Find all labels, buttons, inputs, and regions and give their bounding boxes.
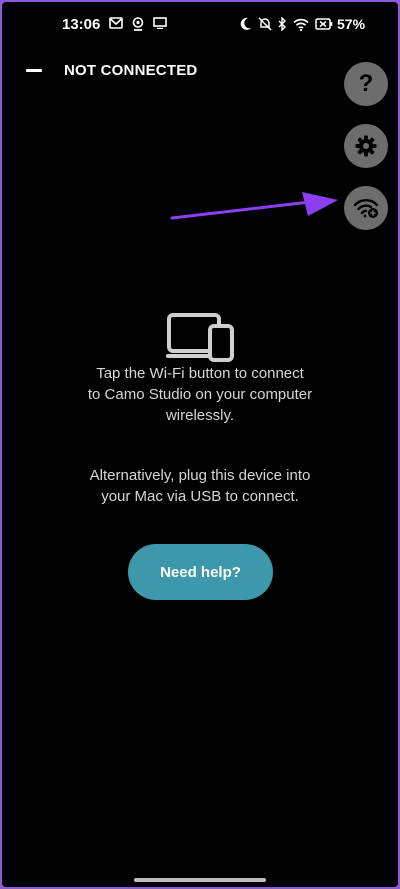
wifi-connect-icon — [353, 199, 379, 218]
gmail-icon — [109, 17, 123, 29]
minus-icon[interactable] — [26, 69, 42, 72]
instruction-line: to Camo Studio on your computer — [87, 386, 313, 403]
annotation-arrow-icon — [170, 192, 338, 220]
webcam-icon — [132, 17, 144, 31]
question-icon: ? — [358, 70, 374, 97]
connect-instructions: Tap the Wi-Fi button to connect to Camo … — [2, 363, 398, 426]
instruction-line: Alternatively, plug this device into — [89, 467, 311, 484]
settings-button[interactable] — [344, 124, 388, 168]
instruction-line: wirelessly. — [165, 407, 235, 424]
instruction-line: your Mac via USB to connect. — [101, 488, 299, 505]
wifi-icon — [293, 18, 309, 31]
connection-status-title: NOT CONNECTED — [64, 62, 198, 79]
cast-icon — [153, 17, 167, 29]
status-bar: 13:06 57% — [2, 2, 398, 48]
battery-percent: 57% — [337, 16, 366, 32]
status-time: 13:06 — [62, 16, 101, 33]
app-screen: 13:06 57% NOT CONNECTED ? Tap the Wi-Fi … — [2, 2, 398, 887]
instruction-line: Tap the Wi-Fi button to connect — [96, 365, 304, 382]
need-help-button[interactable]: Need help? — [128, 544, 273, 600]
usb-instructions: Alternatively, plug this device into you… — [2, 465, 398, 507]
gear-icon — [355, 135, 377, 157]
home-indicator[interactable] — [134, 878, 266, 882]
wifi-connect-button[interactable] — [344, 186, 388, 230]
moon-icon — [240, 17, 251, 30]
battery-icon — [315, 18, 333, 30]
devices-icon — [166, 313, 234, 362]
bluetooth-icon — [278, 17, 286, 31]
bell-off-icon — [258, 17, 272, 31]
help-button[interactable]: ? — [344, 62, 388, 106]
